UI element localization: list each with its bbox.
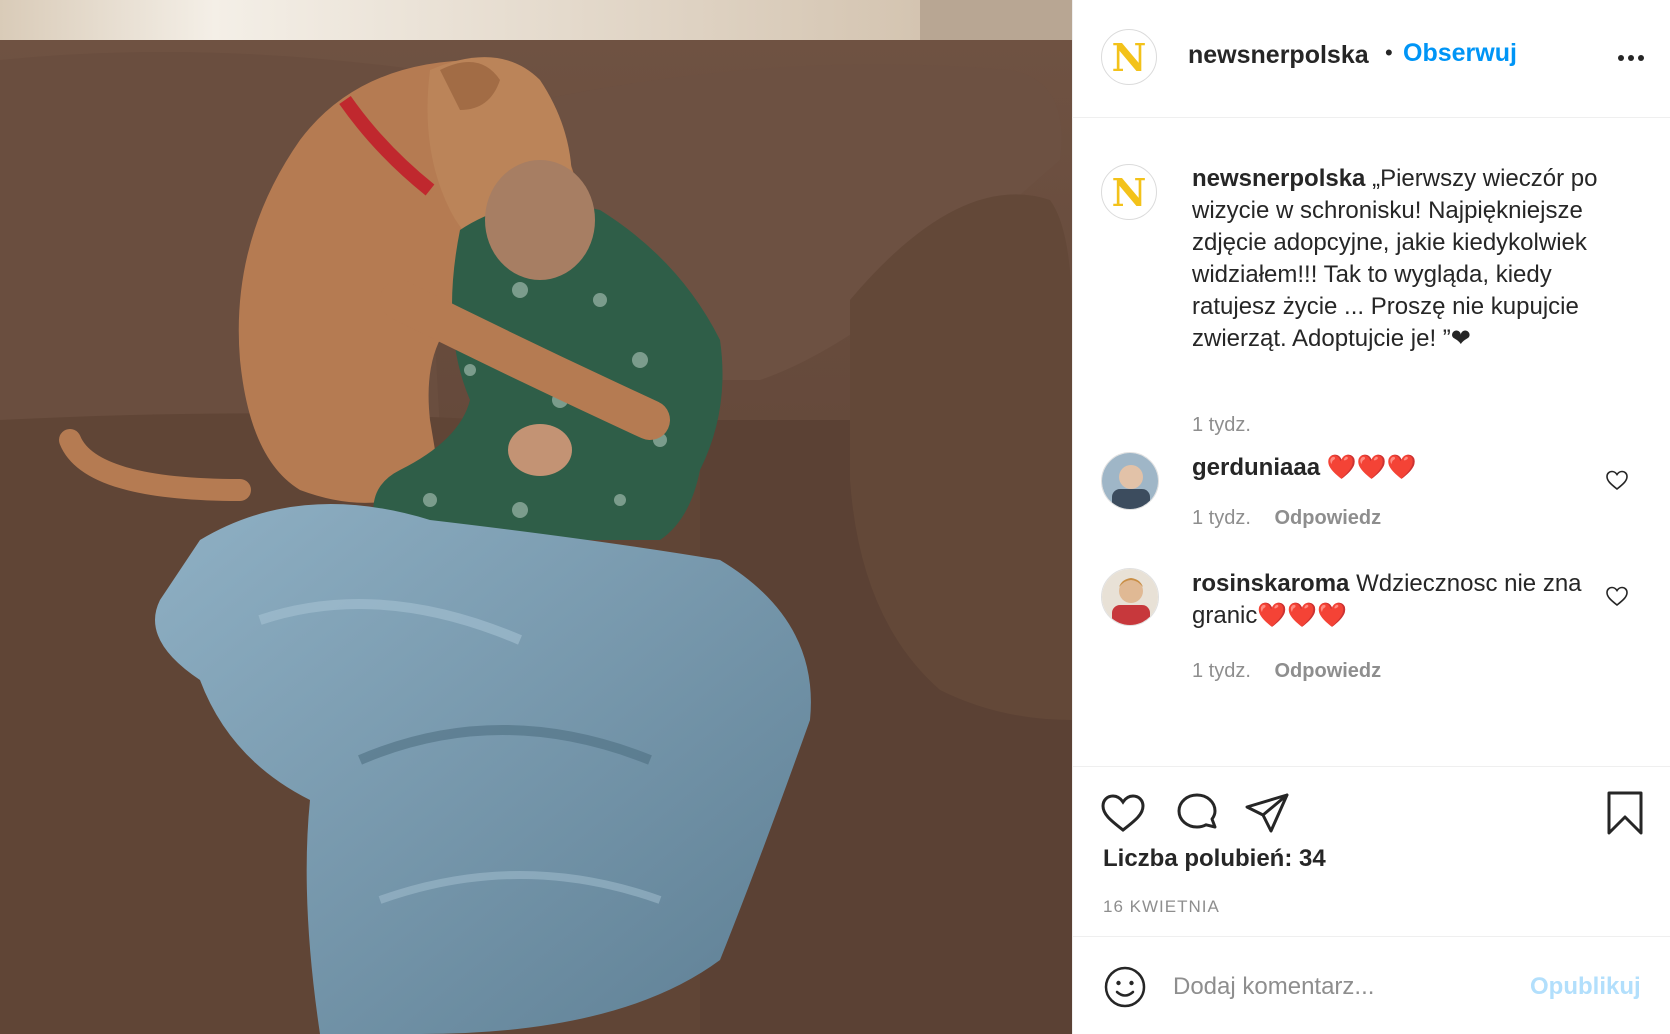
caption-avatar[interactable]: N bbox=[1101, 164, 1157, 220]
caption-time: 1 tydz. bbox=[1192, 414, 1251, 436]
like-comment-heart-icon[interactable] bbox=[1605, 584, 1629, 608]
commenter-avatar[interactable] bbox=[1101, 452, 1159, 510]
caption-text: newsnerpolska „Pierwszy wieczór po wizyc… bbox=[1192, 163, 1632, 355]
photo-dog-hugging-child-on-couch bbox=[0, 0, 1072, 1034]
logo-letter: N bbox=[1111, 34, 1147, 80]
caption-username[interactable]: newsnerpolska bbox=[1192, 165, 1365, 192]
comment-text: gerduniaaa ❤️❤️❤️ bbox=[1192, 452, 1592, 484]
publish-button[interactable]: Opublikuj bbox=[1530, 973, 1641, 1001]
caption-body: „Pierwszy wieczór po wizycie w schronisk… bbox=[1192, 165, 1598, 352]
post-date[interactable]: 16 KWIETNIA bbox=[1103, 897, 1220, 917]
comment-text: rosinskaroma Wdziecznosc nie zna granic❤… bbox=[1192, 568, 1592, 632]
account-avatar[interactable]: N bbox=[1101, 29, 1157, 85]
commenter-avatar[interactable] bbox=[1101, 568, 1159, 626]
add-comment-bar: Opublikuj bbox=[1073, 936, 1670, 1034]
emoji-smiley-icon[interactable] bbox=[1103, 965, 1147, 1009]
comment-meta: 1 tydz. Odpowiedz bbox=[1192, 660, 1381, 683]
comment-input[interactable] bbox=[1173, 965, 1493, 1009]
separator-dot: • bbox=[1385, 40, 1393, 65]
post-header: N newsnerpolska • Obserwuj bbox=[1073, 0, 1670, 118]
heart-icon[interactable] bbox=[1099, 789, 1147, 837]
avatar-photo bbox=[1102, 453, 1158, 509]
comment-username[interactable]: gerduniaaa bbox=[1192, 454, 1320, 481]
more-options-icon[interactable] bbox=[1613, 40, 1649, 76]
follow-button[interactable]: Obserwuj bbox=[1403, 39, 1517, 68]
reply-button[interactable]: Odpowiedz bbox=[1274, 660, 1381, 682]
bookmark-icon[interactable] bbox=[1601, 789, 1649, 837]
logo-letter: N bbox=[1111, 169, 1147, 215]
post-sidebar: N newsnerpolska • Obserwuj N newsnerpols… bbox=[1072, 0, 1670, 1034]
comment-bubble-icon[interactable] bbox=[1173, 789, 1221, 837]
like-comment-heart-icon[interactable] bbox=[1605, 468, 1629, 492]
post-photo[interactable] bbox=[0, 0, 1072, 1034]
comment-time: 1 tydz. bbox=[1192, 507, 1251, 529]
avatar-photo bbox=[1102, 569, 1158, 625]
post-actions: Liczba polubień: 34 16 KWIETNIA bbox=[1073, 766, 1670, 936]
comment-username[interactable]: rosinskaroma bbox=[1192, 570, 1349, 597]
comment-time: 1 tydz. bbox=[1192, 660, 1251, 682]
reply-button[interactable]: Odpowiedz bbox=[1274, 507, 1381, 529]
paper-plane-icon[interactable] bbox=[1243, 789, 1291, 837]
comment-meta: 1 tydz. Odpowiedz bbox=[1192, 507, 1381, 530]
comment-body: ❤️❤️❤️ bbox=[1326, 454, 1417, 481]
header-username[interactable]: newsnerpolska bbox=[1188, 41, 1369, 70]
likes-count[interactable]: Liczba polubień: 34 bbox=[1103, 845, 1326, 873]
